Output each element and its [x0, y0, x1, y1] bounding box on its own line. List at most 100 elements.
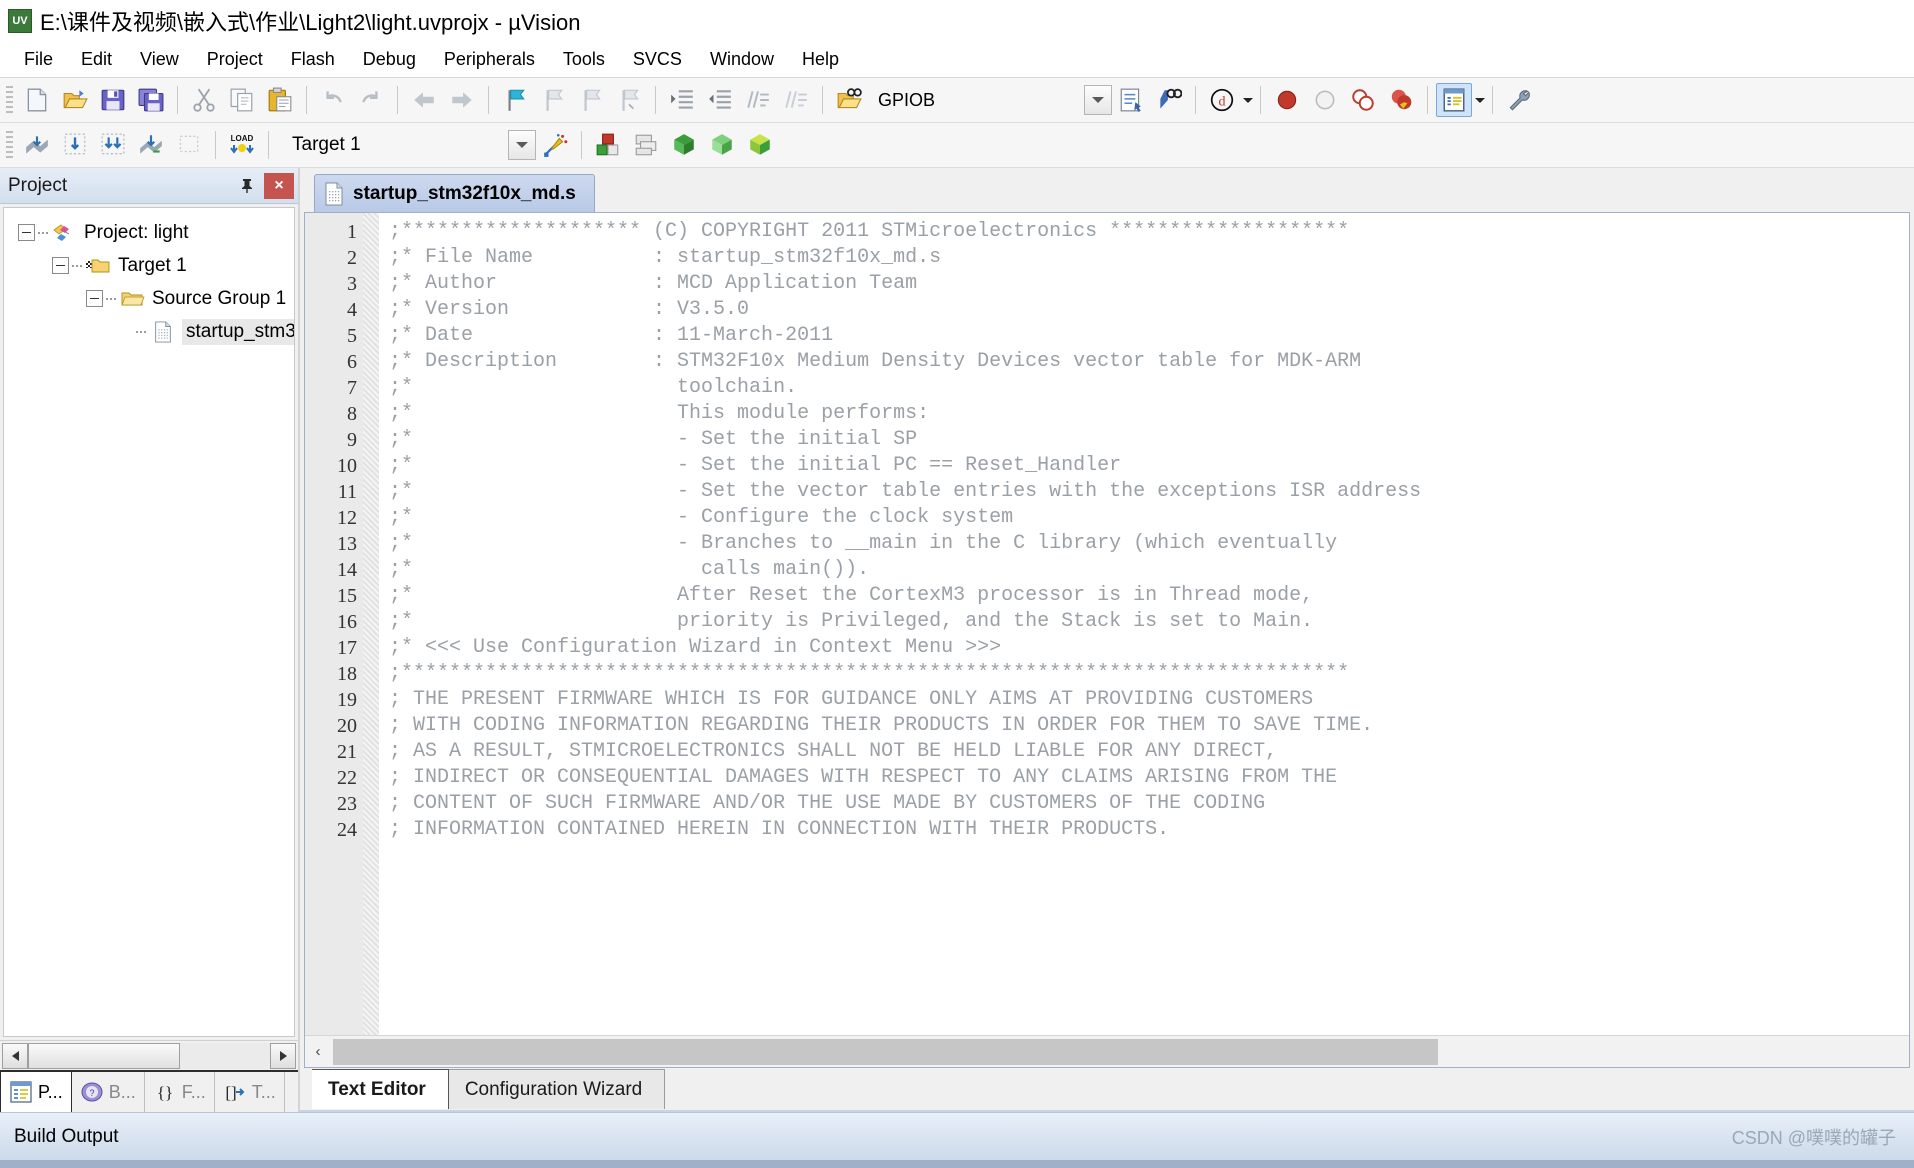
- code-line[interactable]: ;* - Set the vector table entries with t…: [389, 479, 1909, 505]
- menu-debug[interactable]: Debug: [349, 46, 430, 73]
- code-line[interactable]: ; INDIRECT OR CONSEQUENTIAL DAMAGES WITH…: [389, 765, 1909, 791]
- undo-button[interactable]: [315, 83, 351, 117]
- breakpoint-disable-all-button[interactable]: [1345, 83, 1381, 117]
- save-all-button[interactable]: [133, 83, 169, 117]
- find-binoculars-button[interactable]: [1151, 83, 1187, 117]
- stop-build-button[interactable]: [171, 128, 207, 162]
- code-line[interactable]: ; AS A RESULT, STMICROELECTRONICS SHALL …: [389, 739, 1909, 765]
- tree-item-source-group[interactable]: Source Group 1: [4, 282, 294, 315]
- bookmark-toggle-button[interactable]: [497, 83, 533, 117]
- tab-templates[interactable]: [] T...: [215, 1072, 285, 1112]
- project-hscrollbar[interactable]: [0, 1040, 298, 1070]
- target-select[interactable]: Target 1: [286, 129, 536, 161]
- breakpoint-kill-all-button[interactable]: [1383, 83, 1419, 117]
- menu-edit[interactable]: Edit: [67, 46, 126, 73]
- code-line[interactable]: ;* Version : V3.5.0: [389, 297, 1909, 323]
- project-window-dropdown[interactable]: [1473, 97, 1485, 103]
- tab-configuration-wizard[interactable]: Configuration Wizard: [448, 1069, 666, 1109]
- fold-margin[interactable]: [363, 213, 379, 1035]
- save-button[interactable]: [95, 83, 131, 117]
- scroll-track[interactable]: [28, 1042, 270, 1069]
- code-line[interactable]: ;* - Set the initial SP: [389, 427, 1909, 453]
- find-in-files-button[interactable]: [831, 83, 867, 117]
- code-line[interactable]: ;* priority is Privileged, and the Stack…: [389, 609, 1909, 635]
- code-line[interactable]: ;* After Reset the CortexM3 processor is…: [389, 583, 1909, 609]
- code-line[interactable]: ;* Author : MCD Application Team: [389, 271, 1909, 297]
- expander-toggle[interactable]: [86, 290, 103, 307]
- breakpoint-disable-button[interactable]: [1307, 83, 1343, 117]
- search-input[interactable]: [870, 85, 1080, 115]
- target-options-button[interactable]: [590, 128, 626, 162]
- download-button[interactable]: LOAD: [224, 128, 260, 162]
- tab-functions[interactable]: {} F...: [145, 1072, 215, 1112]
- breakpoint-insert-button[interactable]: [1269, 83, 1305, 117]
- code-line[interactable]: ;* - Branches to __main in the C library…: [389, 531, 1909, 557]
- code-line[interactable]: ;* Date : 11-March-2011: [389, 323, 1909, 349]
- menu-peripherals[interactable]: Peripherals: [430, 46, 549, 73]
- tree-item-project[interactable]: Project: light: [4, 216, 294, 249]
- tab-text-editor[interactable]: Text Editor: [312, 1069, 449, 1109]
- manage-components-button[interactable]: [628, 128, 664, 162]
- scroll-right-button[interactable]: [270, 1042, 296, 1069]
- comment-button[interactable]: [740, 83, 776, 117]
- menu-project[interactable]: Project: [193, 46, 277, 73]
- translate-button[interactable]: [19, 128, 55, 162]
- code-line[interactable]: ;* <<< Use Configuration Wizard in Conte…: [389, 635, 1909, 661]
- debug-session-button[interactable]: d: [1204, 83, 1240, 117]
- document-tab-startup-file[interactable]: startup_stm32f10x_md.s: [314, 174, 595, 212]
- scroll-left-button[interactable]: [2, 1042, 28, 1069]
- menu-svcs[interactable]: SVCS: [619, 46, 696, 73]
- tree-item-startup-file[interactable]: startup_stm3?: [4, 315, 294, 348]
- code-line[interactable]: ; WITH CODING INFORMATION REGARDING THEI…: [389, 713, 1909, 739]
- code-line[interactable]: ;* - Set the initial PC == Reset_Handler: [389, 453, 1909, 479]
- build-button[interactable]: [57, 128, 93, 162]
- indent-left-button[interactable]: [702, 83, 738, 117]
- code-line[interactable]: ;* - Configure the clock system: [389, 505, 1909, 531]
- code-line[interactable]: ;* calls main()).: [389, 557, 1909, 583]
- indent-right-button[interactable]: [664, 83, 700, 117]
- target-select-dropdown-button[interactable]: [508, 130, 536, 160]
- select-software-packs-button[interactable]: [742, 128, 778, 162]
- code-line[interactable]: ;* File Name : startup_stm32f10x_md.s: [389, 245, 1909, 271]
- code-line[interactable]: ; CONTENT OF SUCH FIRMWARE AND/OR THE US…: [389, 791, 1909, 817]
- menu-flash[interactable]: Flash: [277, 46, 349, 73]
- debug-session-dropdown[interactable]: [1241, 97, 1253, 103]
- code-line[interactable]: ;***************************************…: [389, 661, 1909, 687]
- expander-toggle[interactable]: [18, 224, 35, 241]
- close-button[interactable]: ×: [264, 172, 294, 199]
- cut-button[interactable]: [186, 83, 222, 117]
- project-tree[interactable]: Project: light Target 1 Source Group 1 s…: [3, 207, 295, 1037]
- navigate-back-button[interactable]: [406, 83, 442, 117]
- code-content[interactable]: ;******************** (C) COPYRIGHT 2011…: [379, 213, 1909, 1035]
- toolbar-grip[interactable]: [6, 86, 13, 114]
- uncomment-button[interactable]: [778, 83, 814, 117]
- tree-item-target[interactable]: Target 1: [4, 249, 294, 282]
- bookmark-prev-button[interactable]: [535, 83, 571, 117]
- scroll-thumb[interactable]: [28, 1042, 181, 1069]
- code-line[interactable]: ; THE PRESENT FIRMWARE WHICH IS FOR GUID…: [389, 687, 1909, 713]
- project-window-button[interactable]: [1436, 83, 1472, 117]
- open-file-button[interactable]: [57, 83, 93, 117]
- menu-tools[interactable]: Tools: [549, 46, 619, 73]
- menu-window[interactable]: Window: [696, 46, 788, 73]
- code-line[interactable]: ;* This module performs:: [389, 401, 1909, 427]
- pin-button[interactable]: [234, 173, 260, 199]
- redo-button[interactable]: [353, 83, 389, 117]
- bookmark-next-button[interactable]: [573, 83, 609, 117]
- menu-file[interactable]: File: [10, 46, 67, 73]
- code-line[interactable]: ; INFORMATION CONTAINED HEREIN IN CONNEC…: [389, 817, 1909, 843]
- search-dropdown-button[interactable]: [1084, 85, 1112, 115]
- scroll-track[interactable]: [331, 1037, 1909, 1066]
- batch-build-button[interactable]: [133, 128, 169, 162]
- paste-button[interactable]: [262, 83, 298, 117]
- manage-run-time-button[interactable]: [704, 128, 740, 162]
- code-line[interactable]: ;* toolchain.: [389, 375, 1909, 401]
- tab-books[interactable]: ? B...: [72, 1072, 145, 1112]
- rebuild-button[interactable]: [95, 128, 131, 162]
- new-file-button[interactable]: [19, 83, 55, 117]
- scroll-left-button[interactable]: ‹: [305, 1038, 331, 1066]
- code-line[interactable]: ;******************** (C) COPYRIGHT 2011…: [389, 219, 1909, 245]
- search-box[interactable]: [870, 83, 1112, 117]
- navigate-forward-button[interactable]: [444, 83, 480, 117]
- menu-help[interactable]: Help: [788, 46, 853, 73]
